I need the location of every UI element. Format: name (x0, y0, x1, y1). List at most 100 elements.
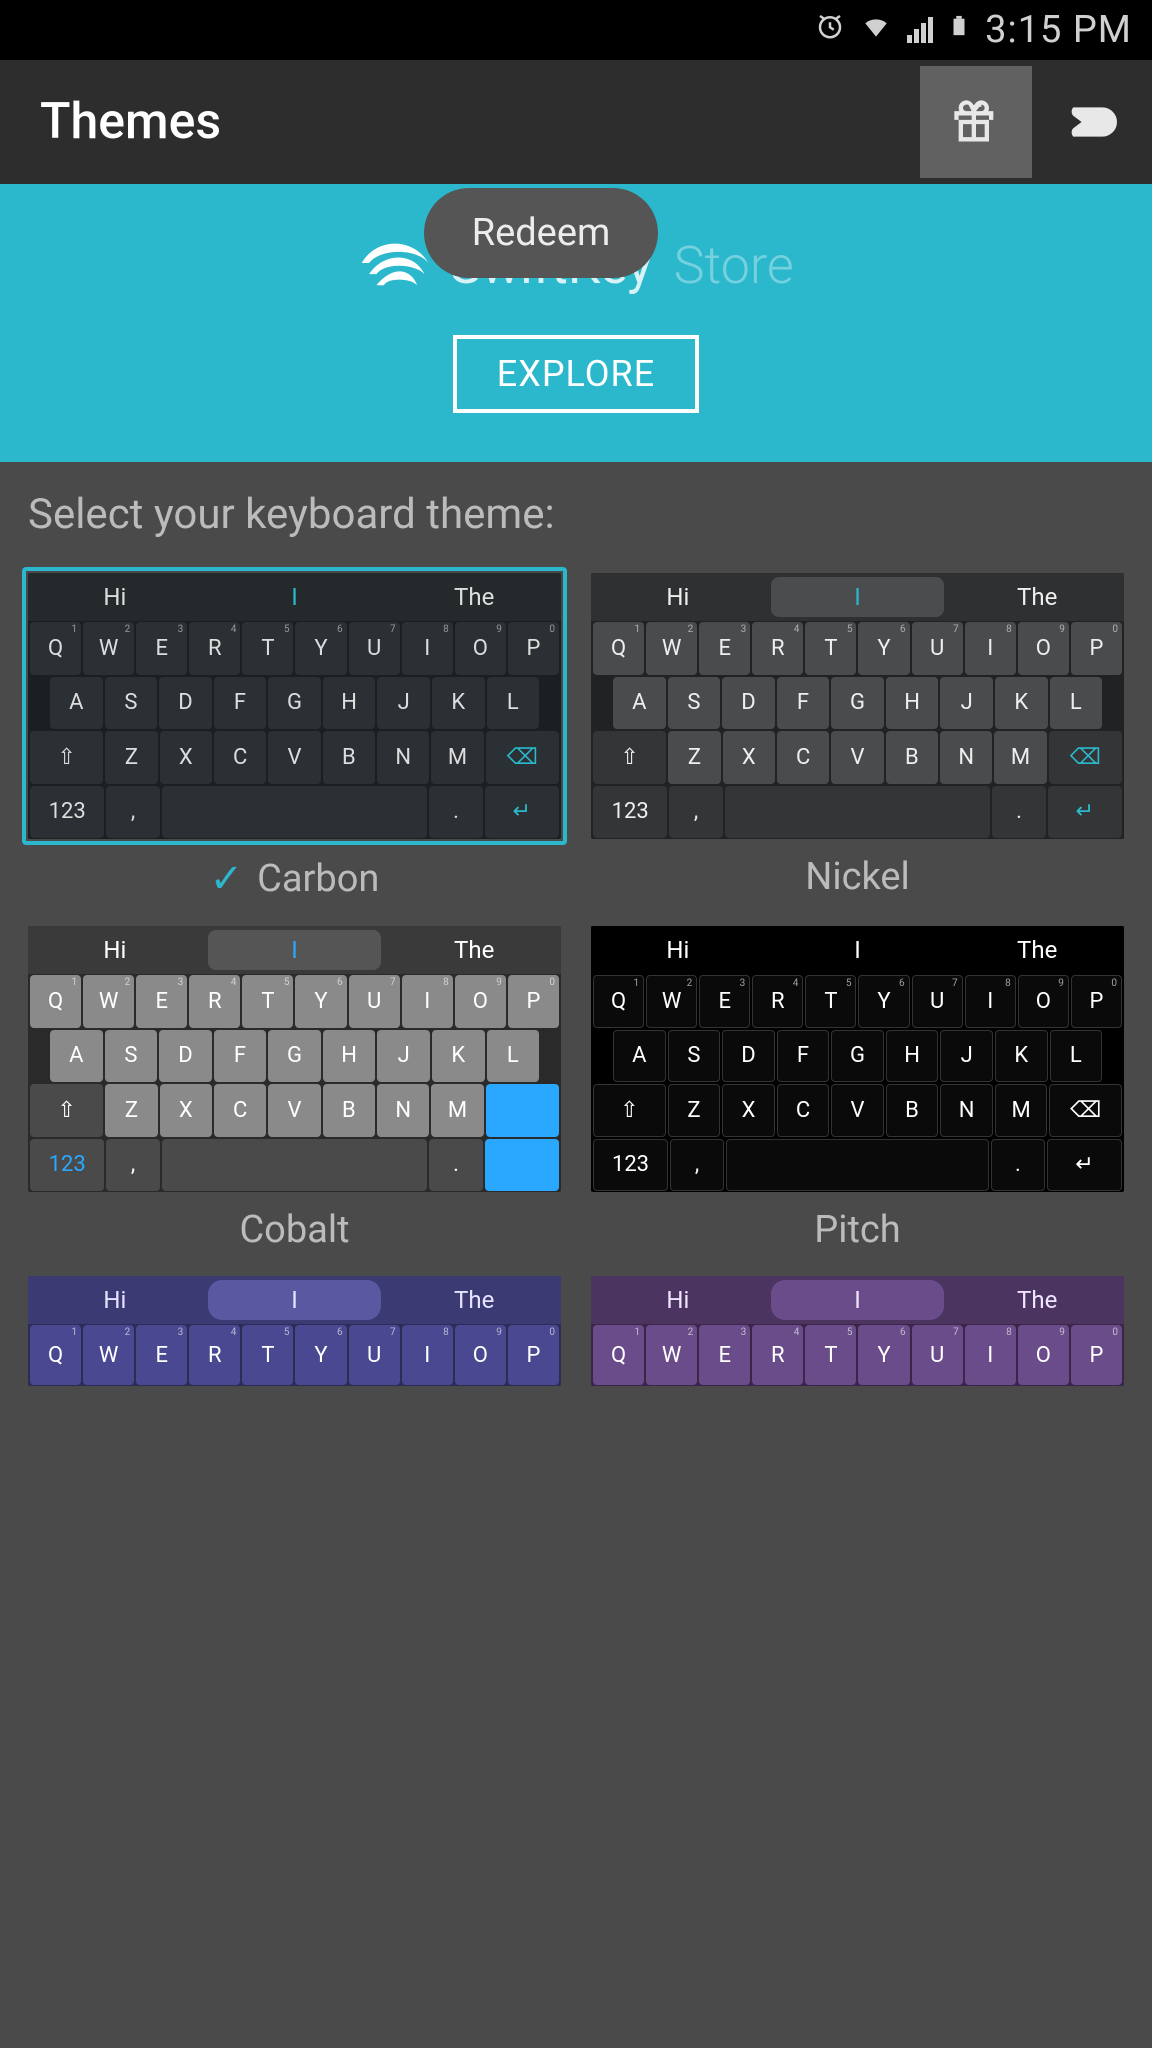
key-B[interactable]: B (886, 731, 938, 784)
key-R[interactable]: 4R (752, 1325, 803, 1385)
keyboard-preview[interactable]: Hi I The 1Q2W3E4R5T6Y7U8I9O0PASDFGHJKL ⇧… (22, 567, 567, 845)
key-C[interactable]: C (214, 1084, 266, 1137)
key-K[interactable]: K (432, 1030, 485, 1083)
key-R[interactable]: 4R (752, 622, 803, 675)
numeric-key[interactable]: 123 (593, 1139, 668, 1192)
key-C[interactable]: C (777, 1084, 830, 1137)
key-Q[interactable]: 1Q (593, 1325, 644, 1385)
key-X[interactable]: X (160, 1084, 212, 1137)
key-Y[interactable]: 6Y (858, 975, 909, 1028)
key-H[interactable]: H (323, 1030, 376, 1083)
backspace-key[interactable]: ⌫ (1049, 1084, 1122, 1137)
suggestion[interactable]: Hi (28, 573, 202, 621)
shift-key[interactable]: ⇧ (593, 1084, 666, 1137)
key-Q[interactable]: 1Q (593, 975, 644, 1028)
suggestion[interactable]: Hi (591, 1276, 765, 1324)
key-U[interactable]: 7U (912, 975, 963, 1028)
key-B[interactable]: B (323, 731, 375, 784)
suggestion[interactable]: The (387, 573, 561, 621)
key-Q[interactable]: 1Q (30, 622, 81, 675)
key-W[interactable]: 2W (646, 1325, 697, 1385)
key-I[interactable]: 8I (965, 622, 1016, 675)
key-P[interactable]: 0P (508, 975, 559, 1028)
key-V[interactable]: V (268, 1084, 320, 1137)
key-E[interactable]: 3E (699, 1325, 750, 1385)
suggestion[interactable]: The (950, 1276, 1124, 1324)
shift-key[interactable]: ⇧ (593, 731, 666, 784)
key-B[interactable]: B (886, 1084, 939, 1137)
key-I[interactable]: 8I (402, 975, 453, 1028)
backspace-key[interactable]: ⌫ (486, 1084, 559, 1137)
suggestion[interactable]: The (950, 573, 1124, 621)
key-S[interactable]: S (105, 677, 158, 730)
backspace-key[interactable]: ⌫ (486, 731, 559, 784)
key-J[interactable]: J (940, 677, 993, 730)
key-R[interactable]: 4R (189, 622, 240, 675)
key-M[interactable]: M (431, 731, 483, 784)
key-E[interactable]: 3E (136, 1325, 187, 1385)
key-W[interactable]: 2W (646, 622, 697, 675)
space-key[interactable] (162, 1139, 428, 1192)
key-X[interactable]: X (723, 731, 775, 784)
key-Q[interactable]: 1Q (30, 1325, 81, 1385)
key-Z[interactable]: Z (668, 1084, 721, 1137)
key-L[interactable]: L (1050, 1030, 1103, 1083)
key-E[interactable]: 3E (699, 975, 750, 1028)
key-F[interactable]: F (777, 677, 830, 730)
key-Q[interactable]: 1Q (30, 975, 81, 1028)
shift-key[interactable]: ⇧ (30, 1084, 103, 1137)
suggestion[interactable]: I (208, 577, 382, 617)
key-Y[interactable]: 6Y (295, 622, 346, 675)
key-T[interactable]: 5T (242, 622, 293, 675)
key-P[interactable]: 0P (1071, 622, 1122, 675)
key-P[interactable]: 0P (1071, 975, 1122, 1028)
enter-key[interactable]: ↵ (1048, 786, 1122, 839)
key-N[interactable]: N (940, 1084, 993, 1137)
suggestion[interactable]: Hi (591, 573, 765, 621)
numeric-key[interactable]: 123 (593, 786, 667, 839)
key-D[interactable]: D (159, 677, 212, 730)
key-O[interactable]: 9O (455, 622, 506, 675)
key-Z[interactable]: Z (105, 1084, 157, 1137)
key-L[interactable]: L (1050, 677, 1103, 730)
key-P[interactable]: 0P (508, 622, 559, 675)
suggestion[interactable]: I (208, 930, 382, 970)
key-Y[interactable]: 6Y (858, 622, 909, 675)
key-I[interactable]: 8I (965, 975, 1016, 1028)
key-D[interactable]: D (722, 1030, 775, 1083)
key-K[interactable]: K (432, 677, 485, 730)
key-O[interactable]: 9O (1018, 1325, 1069, 1385)
space-key[interactable] (726, 1139, 989, 1192)
shift-key[interactable]: ⇧ (30, 731, 103, 784)
key-G[interactable]: G (268, 677, 321, 730)
key-J[interactable]: J (377, 1030, 430, 1083)
period-key[interactable]: . (991, 1139, 1045, 1192)
key-P[interactable]: 0P (1071, 1325, 1122, 1385)
key-U[interactable]: 7U (349, 622, 400, 675)
theme-card-carbon[interactable]: Hi I The 1Q2W3E4R5T6Y7U8I9O0PASDFGHJKL ⇧… (22, 567, 567, 902)
suggestion[interactable]: I (208, 1280, 382, 1320)
key-K[interactable]: K (995, 1030, 1048, 1083)
space-key[interactable] (162, 786, 428, 839)
key-X[interactable]: X (722, 1084, 775, 1137)
key-S[interactable]: S (105, 1030, 158, 1083)
key-E[interactable]: 3E (699, 622, 750, 675)
key-B[interactable]: B (323, 1084, 375, 1137)
key-F[interactable]: F (777, 1030, 830, 1083)
key-O[interactable]: 9O (455, 1325, 506, 1385)
key-W[interactable]: 2W (646, 975, 697, 1028)
keyboard-preview[interactable]: Hi I The 1Q2W3E4R5T6Y7U8I9O0P (585, 1270, 1130, 1392)
key-V[interactable]: V (268, 731, 320, 784)
key-I[interactable]: 8I (402, 622, 453, 675)
comma-key[interactable]: , (106, 1139, 159, 1192)
keyboard-preview[interactable]: Hi I The 1Q2W3E4R5T6Y7U8I9O0PASDFGHJKL ⇧… (585, 920, 1130, 1198)
space-key[interactable] (725, 786, 991, 839)
key-A[interactable]: A (50, 1030, 103, 1083)
key-P[interactable]: 0P (508, 1325, 559, 1385)
key-J[interactable]: J (940, 1030, 993, 1083)
key-G[interactable]: G (831, 677, 884, 730)
key-C[interactable]: C (777, 731, 829, 784)
key-U[interactable]: 7U (912, 622, 963, 675)
key-M[interactable]: M (994, 731, 1046, 784)
theme-card-pitch[interactable]: Hi I The 1Q2W3E4R5T6Y7U8I9O0PASDFGHJKL ⇧… (585, 920, 1130, 1252)
